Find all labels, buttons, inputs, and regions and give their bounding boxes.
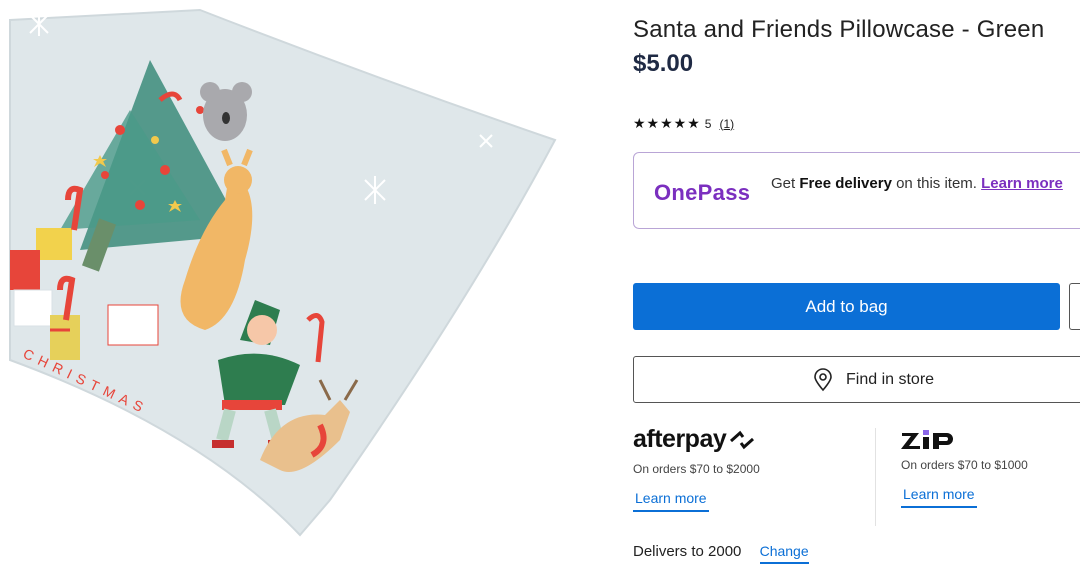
add-to-bag-button[interactable]: Add to bag bbox=[633, 283, 1060, 330]
afterpay-logo-text: afterpay bbox=[633, 425, 727, 453]
afterpay-logo: afterpay bbox=[633, 425, 873, 454]
product-price: $5.00 bbox=[633, 50, 694, 77]
zip-logo bbox=[901, 428, 1080, 452]
zip-learn-more-link[interactable]: Learn more bbox=[901, 486, 977, 508]
find-in-store-label: Find in store bbox=[846, 370, 935, 388]
zip-terms: On orders $70 to $1000 bbox=[901, 458, 1028, 472]
star-rating-icon: ★★★★★ bbox=[633, 115, 701, 131]
product-rating[interactable]: ★★★★★ 5 (1) bbox=[633, 115, 734, 132]
payment-divider bbox=[875, 428, 876, 526]
product-title: Santa and Friends Pillowcase - Green bbox=[633, 16, 1045, 43]
onepass-message: Get Free delivery on this item. Learn mo… bbox=[771, 175, 1080, 193]
onepass-text-suffix: on this item. bbox=[891, 175, 982, 192]
wishlist-button[interactable] bbox=[1069, 283, 1080, 330]
afterpay-terms: On orders $70 to $2000 bbox=[633, 462, 760, 476]
zip-logo-icon bbox=[901, 430, 953, 449]
location-pin-icon bbox=[814, 367, 832, 391]
rating-value: 5 bbox=[704, 116, 712, 131]
find-in-store-button[interactable]: Find in store bbox=[633, 356, 1080, 403]
onepass-learn-more-link[interactable]: Learn more bbox=[981, 175, 1063, 192]
delivery-info: Delivers to 2000 Change bbox=[633, 543, 809, 564]
afterpay-learn-more-link[interactable]: Learn more bbox=[633, 490, 709, 512]
onepass-banner: OnePass Get Free delivery on this item. … bbox=[633, 152, 1080, 229]
zip-section: On orders $70 to $1000 Learn more bbox=[901, 428, 1080, 508]
afterpay-section: afterpay On orders $70 to $2000 Learn mo… bbox=[633, 425, 873, 512]
onepass-logo: OnePass bbox=[654, 180, 751, 205]
change-postcode-link[interactable]: Change bbox=[759, 543, 809, 564]
onepass-text-bold: Free delivery bbox=[799, 175, 892, 192]
product-image[interactable]: CHRISTMAS bbox=[0, 0, 600, 572]
review-count-link[interactable]: (1) bbox=[719, 117, 734, 131]
delivery-postcode: Delivers to 2000 bbox=[633, 543, 742, 560]
product-details: Santa and Friends Pillowcase - Green $5.… bbox=[633, 0, 1080, 572]
afterpay-arrows-icon bbox=[730, 430, 755, 449]
onepass-text-prefix: Get bbox=[771, 175, 800, 192]
